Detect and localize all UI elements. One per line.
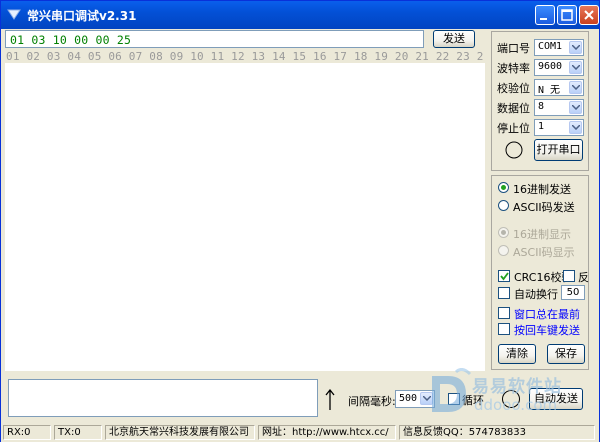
stopbits-value: 1 bbox=[538, 121, 545, 132]
options-panel: 16进制发送 ASCII码发送 16进制显示 ASCII码显示 CRC16校验 … bbox=[491, 175, 589, 370]
send-ascii-radio[interactable] bbox=[498, 200, 509, 211]
clear-button[interactable]: 清除 bbox=[498, 344, 536, 364]
loop-label: 循环 bbox=[462, 394, 484, 407]
baud-label: 波特率 bbox=[497, 62, 530, 75]
always-on-top-checkbox[interactable] bbox=[498, 307, 510, 319]
window-title: 常兴串口调试v2.31 bbox=[27, 9, 137, 23]
show-ascii-label: ASCII码显示 bbox=[513, 246, 575, 259]
chevron-down-icon bbox=[569, 101, 582, 114]
maximize-icon bbox=[561, 9, 573, 21]
enter-send-checkbox[interactable] bbox=[498, 323, 510, 335]
port-value: COM1 bbox=[538, 41, 563, 52]
always-on-top-label: 窗口总在最前 bbox=[514, 308, 580, 321]
stopbits-select[interactable]: 1 bbox=[534, 119, 584, 136]
app-icon bbox=[7, 9, 21, 20]
send-data-value: 01 03 10 00 00 25 bbox=[10, 33, 132, 47]
crc16-checkbox[interactable] bbox=[498, 270, 510, 282]
interval-value: 500 bbox=[399, 393, 418, 404]
rx-counter: RX:0 bbox=[3, 425, 51, 440]
send-hex-label: 16进制发送 bbox=[513, 183, 571, 196]
chevron-down-icon bbox=[420, 392, 433, 405]
minimize-icon bbox=[540, 18, 547, 20]
minimize-button[interactable] bbox=[535, 5, 555, 25]
databits-label: 数据位 bbox=[497, 102, 530, 115]
checkmark-icon bbox=[500, 272, 509, 281]
interval-label: 间隔毫秒: bbox=[348, 395, 396, 408]
stopbits-label: 停止位 bbox=[497, 122, 530, 135]
chevron-down-icon bbox=[569, 81, 582, 94]
feedback-qq: 信息反馈QQ：574783833 bbox=[399, 425, 595, 440]
enter-send-label: 按回车键发送 bbox=[514, 324, 580, 337]
auto-newline-label: 自动换行 bbox=[514, 288, 558, 301]
send-ascii-label: ASCII码发送 bbox=[513, 201, 575, 214]
parity-value: N 无 bbox=[538, 85, 561, 96]
parity-select[interactable]: N 无 bbox=[534, 79, 584, 96]
newline-width-input[interactable]: 50 bbox=[561, 285, 585, 300]
databits-value: 8 bbox=[538, 101, 545, 112]
chevron-down-icon bbox=[569, 121, 582, 134]
port-select[interactable]: COM1 bbox=[534, 39, 584, 56]
send-hex-radio[interactable] bbox=[498, 182, 509, 193]
baud-select[interactable]: 9600 bbox=[534, 59, 584, 76]
databits-select[interactable]: 8 bbox=[534, 99, 584, 116]
auto-send-indicator-icon bbox=[502, 390, 520, 408]
show-ascii-radio[interactable] bbox=[498, 245, 509, 256]
byte-index-ruler: 01 02 03 04 05 06 07 08 09 10 11 12 13 1… bbox=[6, 50, 484, 63]
reverse-label: 反 bbox=[578, 271, 589, 284]
auto-send-input[interactable] bbox=[8, 379, 318, 417]
auto-send-button[interactable]: 自动发送 bbox=[529, 388, 583, 410]
save-button[interactable]: 保存 bbox=[547, 344, 585, 364]
status-bar: RX:0 TX:0 北京航天常兴科技发展有限公司 网址：http://www.h… bbox=[1, 423, 599, 442]
app-window: 常兴串口调试v2.31 01 03 10 00 00 25 发送 01 02 0… bbox=[0, 0, 600, 442]
port-label: 端口号 bbox=[497, 42, 530, 55]
port-status-indicator-icon bbox=[505, 141, 523, 159]
loop-checkbox[interactable] bbox=[448, 393, 460, 405]
interval-select[interactable]: 500 bbox=[395, 390, 435, 408]
parity-label: 校验位 bbox=[497, 82, 530, 95]
send-data-input[interactable]: 01 03 10 00 00 25 bbox=[5, 30, 424, 48]
close-button[interactable] bbox=[579, 5, 599, 25]
company-name: 北京航天常兴科技发展有限公司 bbox=[105, 425, 255, 440]
chevron-down-icon bbox=[569, 61, 582, 74]
maximize-button[interactable] bbox=[557, 5, 577, 25]
port-settings-panel: 端口号 COM1 波特率 9600 校验位 N 无 数据位 8 停止位 1 打开… bbox=[491, 31, 589, 171]
chevron-down-icon bbox=[569, 41, 582, 54]
baud-value: 9600 bbox=[538, 61, 563, 72]
reverse-checkbox[interactable] bbox=[563, 270, 575, 282]
show-hex-label: 16进制显示 bbox=[513, 228, 571, 241]
arrow-up-icon bbox=[325, 389, 335, 410]
send-button[interactable]: 发送 bbox=[433, 30, 475, 48]
open-port-button[interactable]: 打开串口 bbox=[534, 139, 583, 161]
auto-newline-checkbox[interactable] bbox=[498, 287, 510, 299]
show-hex-radio[interactable] bbox=[498, 227, 509, 238]
tx-counter: TX:0 bbox=[54, 425, 102, 440]
receive-textarea[interactable] bbox=[5, 63, 485, 371]
close-icon bbox=[584, 10, 594, 20]
website-link[interactable]: 网址：http://www.htcx.cc/ bbox=[258, 425, 396, 440]
title-bar[interactable]: 常兴串口调试v2.31 bbox=[1, 1, 599, 29]
